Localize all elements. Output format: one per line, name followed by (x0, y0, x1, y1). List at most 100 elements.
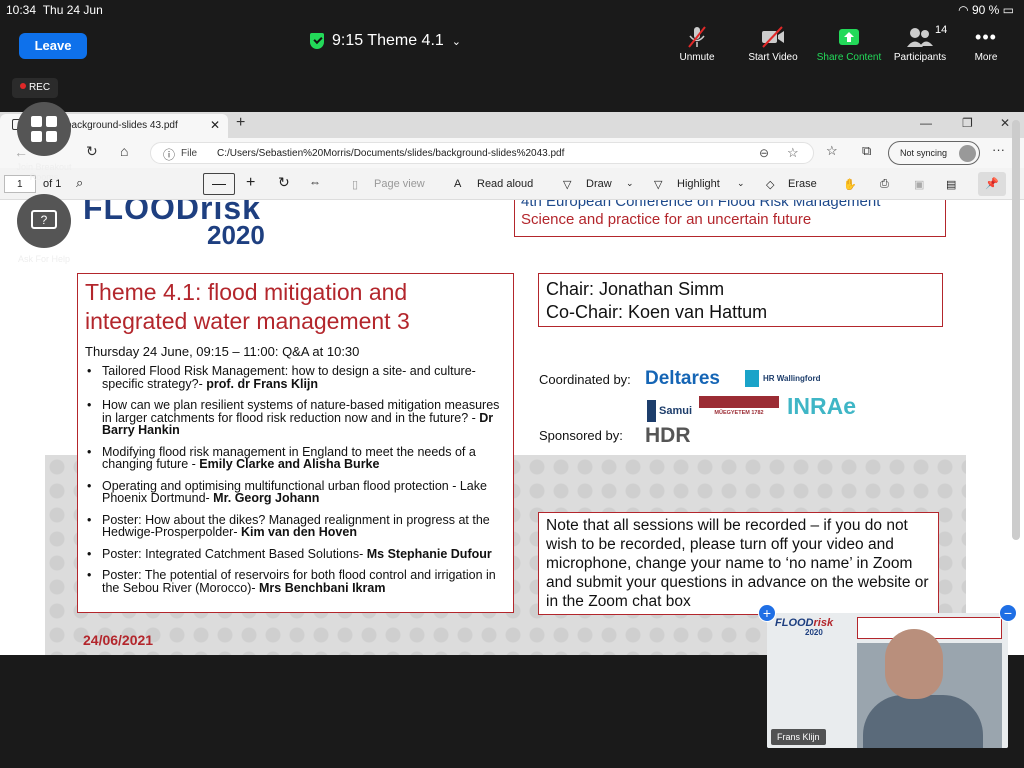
zoom-icon[interactable]: ⊖ (759, 146, 769, 160)
co-chair: Co-Chair: Koen van Hattum (546, 302, 768, 322)
conference-subtitle: Science and practice for an uncertain fu… (521, 211, 812, 228)
settings-more-icon[interactable]: ··· (992, 142, 1005, 157)
minimize-icon[interactable]: — (920, 116, 932, 130)
read-aloud-button[interactable]: Read aloud (477, 178, 533, 190)
unmute-label: Unmute (679, 52, 715, 63)
conference-banner: 4th European Conference on Flood Risk Ma… (514, 200, 946, 237)
unmute-button[interactable]: Unmute (676, 24, 718, 63)
start-video-label: Start Video (748, 52, 798, 63)
eraser-icon: ◇ (766, 179, 775, 191)
favorite-star-icon[interactable]: ☆ (787, 145, 799, 161)
chevron-down-icon: ⌄ (451, 35, 461, 48)
person-face (885, 629, 943, 699)
recording-notice: Note that all sessions will be recorded … (538, 512, 939, 615)
restore-icon[interactable]: ❐ (962, 116, 973, 130)
share-content-button[interactable]: Share Content (812, 24, 886, 63)
more-dots-icon: ••• (975, 26, 997, 47)
zoom-in-icon[interactable]: + (246, 174, 255, 192)
fit-page-icon[interactable]: ⇔ (309, 175, 321, 189)
pdf-toolbar: 1 of 1 ⌕ + ↻ ⇔ ▯ Page view A Read aloud … (0, 168, 1024, 200)
highlight-icon: ▽ (654, 179, 663, 191)
meeting-title: 9:15 Theme 4.1 (332, 32, 444, 49)
page-view-icon: ▯ (352, 179, 359, 191)
list-item: Poster: The potential of reservoirs for … (85, 569, 506, 594)
save-icon[interactable]: ▣ (914, 178, 924, 191)
page-view-button[interactable]: Page view (374, 178, 425, 190)
browser-window: background-slides 43.pdf ✕ + — ❐ ✕ ← ↻ ⌂… (0, 112, 1024, 655)
svg-text:?: ? (41, 213, 48, 227)
person-body (863, 695, 983, 748)
hr-wallingford-logo: HR Wallingford (745, 370, 820, 387)
participants-button[interactable]: 14 Participants (889, 24, 951, 63)
floodrisk-logo-year: 2020 (207, 220, 265, 250)
hdr-logo: HDR (645, 424, 691, 447)
address-field[interactable]: ⓘ File C:/Users/Sebastien%20Morris/Docum… (150, 142, 814, 164)
status-time: 10:34 Thu 24 Jun (6, 3, 103, 17)
floodrisk-logo-year: 2020 (805, 628, 823, 637)
status-bar: 10:34 Thu 24 Jun ◠ 90 % ▭ (0, 0, 1024, 20)
pdf-scrollbar[interactable] (1012, 120, 1020, 540)
more-label: More (974, 52, 998, 63)
touch-icon: ✋ (843, 179, 857, 191)
address-url: C:/Users/Sebastien%20Morris/Documents/sl… (217, 148, 565, 159)
list-item: Tailored Flood Risk Management: how to d… (85, 365, 506, 390)
draw-button[interactable]: Draw (586, 178, 612, 190)
highlight-chevron-icon[interactable]: ⌄ (737, 178, 745, 189)
refresh-icon[interactable]: ↻ (86, 143, 98, 160)
list-item: How can we plan resilient systems of nat… (85, 399, 506, 437)
participants-label: Participants (893, 52, 947, 63)
read-aloud-icon: A (454, 178, 462, 190)
conference-title: 4th European Conference on Flood Risk Ma… (521, 200, 881, 210)
erase-button[interactable]: Erase (788, 178, 817, 190)
slide-date: 24/06/2021 (83, 632, 154, 648)
pin-toolbar-icon[interactable]: 📌 (978, 172, 1006, 196)
chair: Chair: Jonathan Simm (546, 279, 725, 299)
highlight-button[interactable]: Highlight (677, 178, 720, 190)
minimize-video-icon[interactable]: − (999, 604, 1017, 622)
pdf-slide: FLOODrisk 2020 4th European Conference o… (45, 200, 966, 655)
breakout-rooms-label: Join Breakout Rooms (16, 162, 72, 182)
theme-box: Theme 4.1: flood mitigation and integrat… (77, 273, 514, 613)
save-as-icon[interactable]: ▤ (946, 178, 956, 191)
close-window-icon[interactable]: ✕ (1000, 116, 1010, 130)
zoom-out-button[interactable] (203, 173, 235, 195)
status-right: ◠ 90 % ▭ (958, 3, 1014, 17)
coordinated-label: Coordinated by: (539, 372, 631, 387)
samui-logo: Samui (647, 400, 692, 422)
wifi-icon: ◠ (958, 3, 969, 17)
bme-logo: MŰEGYETEM 1782 (699, 396, 779, 422)
start-video-button[interactable]: Start Video (742, 24, 804, 63)
record-dot-icon (19, 83, 26, 89)
close-tab-icon[interactable]: ✕ (210, 118, 220, 132)
expand-video-icon[interactable]: + (758, 604, 776, 622)
more-button[interactable]: ••• More (966, 24, 1006, 64)
share-screen-icon (812, 24, 886, 50)
video-off-icon (742, 24, 804, 50)
sync-label: Not syncing (900, 148, 948, 158)
leave-button[interactable]: Leave (19, 33, 87, 59)
participant-video[interactable]: FLOODrisk 2020 Frans Klijn (767, 613, 1008, 748)
collections-icon[interactable]: ⧉ (862, 143, 871, 159)
help-question-icon: ? (31, 210, 57, 229)
tab-bar: background-slides 43.pdf ✕ + — ❐ ✕ (0, 112, 1024, 138)
new-tab-icon[interactable]: + (236, 114, 245, 132)
draw-chevron-icon[interactable]: ⌄ (626, 178, 634, 189)
print-icon[interactable]: ⎙ (880, 178, 889, 191)
battery-percent: 90 % (971, 3, 1000, 17)
rotate-icon[interactable]: ↻ (278, 174, 290, 191)
encryption-shield-icon (310, 33, 324, 49)
favorites-icon[interactable]: ☆ (826, 143, 838, 159)
breakout-rooms-icon (31, 116, 57, 142)
ask-for-help-button[interactable]: ? (17, 194, 71, 248)
info-icon: ⓘ (163, 148, 176, 162)
meeting-title-button[interactable]: 9:15 Theme 4.1 ⌄ (310, 32, 461, 50)
ask-for-help-label: Ask For Help (17, 254, 70, 264)
breakout-rooms-button[interactable] (17, 102, 71, 156)
muted-microphone-icon (676, 24, 718, 50)
home-icon[interactable]: ⌂ (120, 143, 128, 159)
chair-box: Chair: Jonathan Simm Co-Chair: Koen van … (538, 273, 943, 327)
theme-title: Theme 4.1: flood mitigation and integrat… (85, 279, 410, 334)
battery-icon: ▭ (1002, 3, 1014, 17)
profile-sync-button[interactable]: Not syncing (888, 141, 980, 165)
avatar (959, 145, 976, 162)
